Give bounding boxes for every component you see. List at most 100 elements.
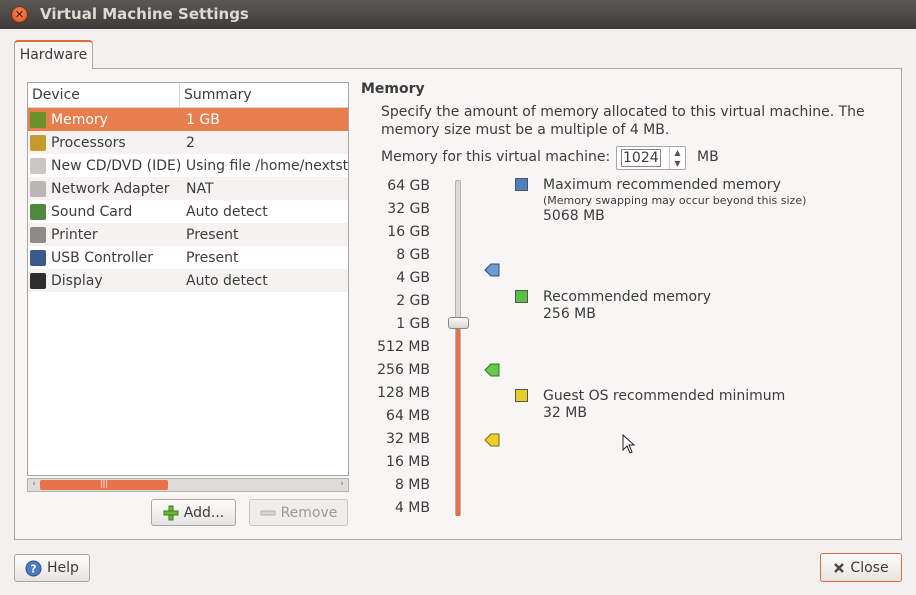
max-recommended-legend-icon — [515, 178, 528, 191]
memory-field-label: Memory for this virtual machine: — [381, 149, 611, 165]
memory-spinbox[interactable]: 1024 ▲ ▼ — [616, 146, 686, 170]
device-row-network-adapter[interactable]: Network Adapter NAT — [28, 177, 348, 200]
memory-tick-label: 16 GB — [387, 224, 430, 240]
max-recommended-value: 5068 MB — [543, 208, 605, 224]
max-recommended-marker-icon — [484, 263, 500, 277]
add-button[interactable]: Add... — [151, 499, 236, 526]
title-bar: ✕ Virtual Machine Settings — [0, 0, 916, 29]
tab-hardware[interactable]: Hardware — [14, 40, 93, 69]
close-button[interactable]: Close — [820, 553, 902, 582]
display-icon — [30, 272, 46, 289]
mouse-cursor-icon — [622, 434, 636, 454]
device-summary: Using file /home/nextst — [185, 157, 348, 174]
device-row-display[interactable]: Display Auto detect — [28, 269, 348, 292]
processor-icon — [30, 134, 46, 151]
memory-tick-label: 32 GB — [387, 201, 430, 217]
column-header-device[interactable]: Device — [28, 83, 180, 107]
memory-tick-label: 128 MB — [377, 385, 430, 401]
minimum-value: 32 MB — [543, 405, 587, 421]
device-summary: 1 GB — [186, 111, 220, 128]
device-name: Network Adapter — [51, 180, 170, 197]
printer-icon — [30, 226, 46, 243]
device-summary: Present — [186, 249, 239, 266]
spin-up-icon[interactable]: ▲ — [670, 147, 685, 158]
device-summary: NAT — [186, 180, 214, 197]
device-cell: Display — [28, 272, 184, 289]
scroll-right-icon[interactable]: › — [336, 478, 348, 492]
recommended-legend-icon — [515, 290, 528, 303]
memory-tick-label: 32 MB — [386, 431, 430, 447]
device-cell: Printer — [28, 226, 184, 243]
device-name: USB Controller — [51, 249, 154, 266]
cd-icon — [30, 157, 46, 174]
memory-slider-fill — [456, 323, 460, 516]
memory-tick-label: 64 GB — [387, 178, 430, 194]
plus-icon — [163, 505, 179, 520]
help-button-label: Help — [47, 560, 79, 576]
spin-arrows[interactable]: ▲ ▼ — [669, 147, 685, 169]
memory-section-title: Memory — [361, 81, 425, 97]
device-summary: 2 — [186, 134, 195, 151]
memory-tick-label: 8 MB — [394, 477, 430, 493]
device-name: Display — [51, 272, 103, 289]
device-list-hscrollbar[interactable]: ‹ ||| › — [27, 478, 349, 492]
device-row-printer[interactable]: Printer Present — [28, 223, 348, 246]
max-recommended-legend: Maximum recommended memory (Memory swapp… — [543, 177, 806, 225]
device-row-new-cd-dvd-ide[interactable]: New CD/DVD (IDE) Using file /home/nextst — [28, 154, 348, 177]
help-button[interactable]: ? Help — [14, 554, 90, 582]
window-close-icon[interactable]: ✕ — [11, 6, 28, 23]
device-name: Printer — [51, 226, 98, 243]
memory-tick-label: 1 GB — [396, 316, 430, 332]
device-row-usb-controller[interactable]: USB Controller Present — [28, 246, 348, 269]
device-cell: USB Controller — [28, 249, 184, 266]
memory-tick-label: 4 MB — [394, 500, 430, 516]
max-recommended-title: Maximum recommended memory — [543, 177, 781, 193]
device-name: Memory — [51, 111, 108, 128]
memory-tick-label: 16 MB — [386, 454, 430, 470]
scroll-thumb[interactable]: ||| — [40, 480, 168, 490]
device-name: Processors — [51, 134, 126, 151]
minimum-marker-icon — [484, 433, 500, 447]
recommended-value: 256 MB — [543, 306, 596, 322]
device-cell: Processors — [28, 134, 184, 151]
close-icon — [834, 562, 845, 573]
window-title: Virtual Machine Settings — [40, 5, 249, 23]
memory-tick-label: 4 GB — [396, 270, 430, 286]
memory-scale: 64 GB 32 GB 16 GB 8 GB 4 GB 2 GB 1 GB 512 MB 256… — [370, 175, 430, 520]
memory-tick-label: 256 MB — [377, 362, 430, 378]
memory-tick-label: 2 GB — [396, 293, 430, 309]
max-recommended-note: (Memory swapping may occur beyond this s… — [543, 194, 807, 207]
device-name: New CD/DVD (IDE) — [51, 157, 182, 174]
memory-tick-label: 512 MB — [377, 339, 430, 355]
device-cell: New CD/DVD (IDE) — [28, 157, 184, 174]
minus-icon — [260, 510, 276, 515]
device-list: Device Summary Memory 1 GB Processors 2 New … — [27, 82, 349, 476]
minimum-title: Guest OS recommended minimum — [543, 388, 786, 404]
column-header-summary[interactable]: Summary — [180, 83, 252, 107]
minimum-legend: Guest OS recommended minimum 32 MB — [543, 388, 785, 422]
memory-slider-thumb[interactable] — [448, 317, 469, 329]
device-row-processors[interactable]: Processors 2 — [28, 131, 348, 154]
recommended-legend: Recommended memory 256 MB — [543, 289, 711, 323]
device-list-header: Device Summary — [28, 83, 348, 108]
device-summary: Auto detect — [186, 203, 268, 220]
memory-icon — [30, 111, 46, 128]
recommended-marker-icon — [484, 363, 500, 377]
memory-unit: MB — [697, 149, 719, 165]
remove-button[interactable]: Remove — [249, 499, 348, 526]
device-row-sound-card[interactable]: Sound Card Auto detect — [28, 200, 348, 223]
device-cell: Network Adapter — [28, 180, 184, 197]
memory-description: Specify the amount of memory allocated t… — [381, 104, 865, 138]
spin-down-icon[interactable]: ▼ — [670, 158, 685, 169]
memory-tick-label: 64 MB — [386, 408, 430, 424]
device-name: Sound Card — [51, 203, 133, 220]
device-row-memory[interactable]: Memory 1 GB — [28, 108, 348, 131]
memory-input[interactable]: 1024 — [621, 149, 661, 167]
usb-icon — [30, 249, 46, 266]
device-cell: Sound Card — [28, 203, 184, 220]
minimum-legend-icon — [515, 389, 528, 402]
scroll-left-icon[interactable]: ‹ — [28, 478, 40, 492]
network-icon — [30, 180, 46, 197]
svg-text:?: ? — [30, 562, 36, 575]
memory-tick-label: 8 GB — [396, 247, 430, 263]
